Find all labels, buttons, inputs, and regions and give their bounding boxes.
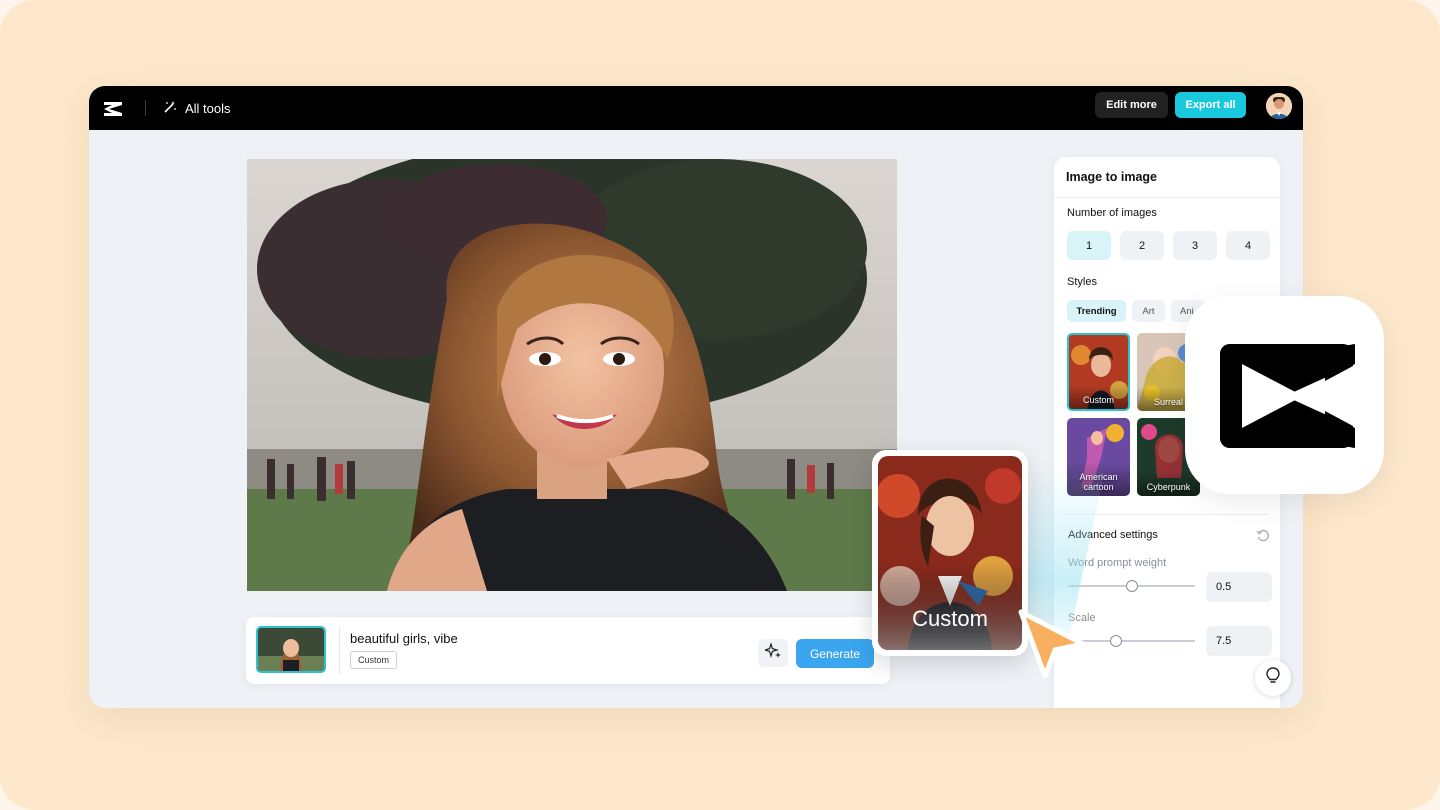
styles-label: Styles	[1067, 276, 1097, 288]
magic-wand-icon	[163, 100, 177, 117]
advanced-divider	[1066, 514, 1268, 515]
tips-button[interactable]	[1255, 660, 1291, 696]
all-tools-button[interactable]: All tools	[163, 97, 231, 119]
panel-divider	[1054, 197, 1280, 198]
lightbulb-icon	[1265, 666, 1281, 690]
topbar-divider	[145, 100, 146, 116]
edit-more-button[interactable]: Edit more	[1095, 92, 1168, 118]
word-prompt-weight-input[interactable]: 0.5	[1206, 572, 1272, 602]
capcut-brand-logo-icon	[1185, 296, 1384, 494]
number-option-1[interactable]: 1	[1067, 231, 1111, 260]
export-all-button[interactable]: Export all	[1175, 92, 1246, 118]
floating-style-label: Custom	[912, 606, 988, 631]
tab-trending[interactable]: Trending	[1067, 300, 1126, 322]
tab-art[interactable]: Art	[1132, 300, 1165, 322]
capcut-logo-icon[interactable]	[102, 97, 124, 124]
word-prompt-slider-handle[interactable]	[1126, 580, 1138, 592]
floating-style-card[interactable]: Custom	[872, 450, 1028, 656]
style-tag[interactable]: Custom	[350, 651, 398, 669]
top-bar: All tools Edit more Export all	[89, 86, 1303, 130]
generate-button[interactable]: Generate	[796, 639, 874, 668]
style-card-custom[interactable]: Custom	[1067, 333, 1130, 411]
all-tools-label: All tools	[185, 100, 231, 116]
number-option-3[interactable]: 3	[1173, 231, 1217, 260]
scale-slider-handle[interactable]	[1110, 635, 1122, 647]
panel-title: Image to image	[1066, 170, 1157, 184]
style-card-label: Custom	[1069, 385, 1128, 409]
prompt-divider	[339, 627, 340, 674]
generated-image[interactable]	[247, 159, 897, 591]
number-of-images-label: Number of images	[1067, 207, 1157, 219]
prompt-input[interactable]: beautiful girls, vibe	[350, 631, 458, 646]
sparkle-icon	[762, 641, 781, 664]
magic-prompt-button[interactable]	[758, 639, 788, 667]
floating-style-image: Custom	[878, 456, 1022, 650]
scale-input[interactable]: 7.5	[1206, 626, 1272, 656]
prompt-bar: beautiful girls, vibe Custom Generate	[246, 617, 890, 684]
number-option-4[interactable]: 4	[1226, 231, 1270, 260]
number-option-2[interactable]: 2	[1120, 231, 1164, 260]
source-image-thumbnail[interactable]	[256, 626, 326, 673]
avatar[interactable]	[1266, 93, 1292, 119]
app-window: All tools Edit more Export all beautiful…	[89, 86, 1303, 708]
cursor-arrow-icon	[1017, 608, 1089, 685]
reset-icon[interactable]	[1256, 529, 1270, 548]
